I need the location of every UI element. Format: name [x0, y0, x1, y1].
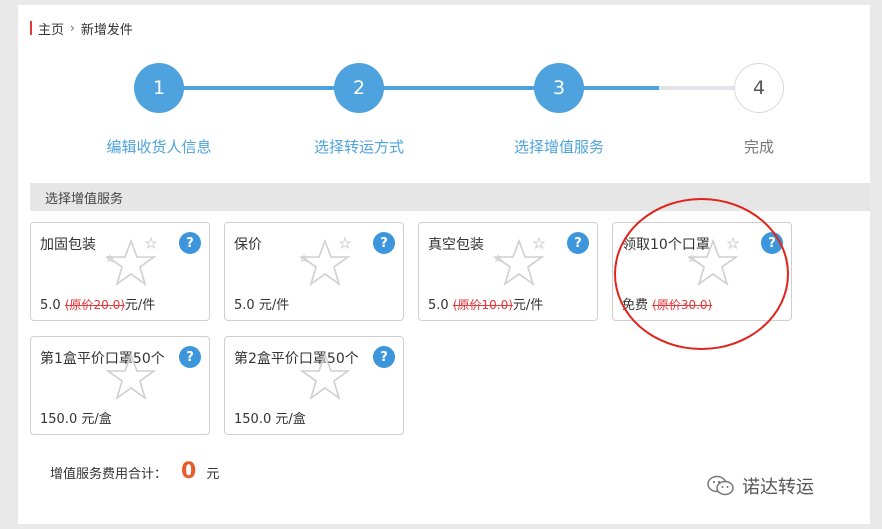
- step-label-1: 编辑收货人信息: [106, 138, 212, 156]
- price-unit: 元/件: [124, 298, 156, 313]
- section-title: 选择增值服务: [45, 191, 124, 207]
- step-circle-4: 4: [734, 63, 784, 113]
- service-title: 真空包装: [428, 237, 484, 253]
- star-icon: [105, 236, 158, 286]
- watermark-text: 诺达转运: [742, 477, 814, 498]
- service-card-vacuum-packing[interactable]: 真空包装 ? 5.0 (原价10.0)元/件: [418, 222, 598, 321]
- price-value: 150.0: [234, 412, 272, 427]
- service-price: 5.0 (原价20.0)元/件: [40, 294, 155, 313]
- price-value: 5.0: [234, 298, 255, 313]
- step-label-3: 选择增值服务: [513, 138, 604, 156]
- service-card-mask-box-2[interactable]: 第2盒平价口罩50个 ? 150.0 元/盒: [224, 336, 404, 435]
- original-price: (原价20.0): [64, 298, 125, 312]
- wechat-icon: [707, 475, 734, 496]
- star-icon: [299, 236, 352, 286]
- star-icon: [299, 352, 351, 400]
- total-value: 0: [181, 459, 197, 484]
- step-line-2-3: [359, 86, 559, 90]
- step-circle-1: 1: [134, 63, 184, 113]
- star-icon: [105, 352, 157, 400]
- service-price: 150.0 元/盒: [40, 408, 112, 427]
- page: 主页 › 新增发件 1 2 3 4 编辑收货人信息 选择转运方式 选择增值服务 …: [18, 5, 870, 524]
- help-icon[interactable]: ?: [179, 346, 201, 368]
- help-icon[interactable]: ?: [373, 346, 395, 368]
- total-fee: 增值服务费用合计： 0 元: [50, 459, 219, 484]
- price-value: 5.0: [40, 298, 61, 313]
- service-price: 5.0 元/件: [234, 294, 289, 313]
- price-unit: 元/盒: [81, 412, 112, 427]
- help-icon[interactable]: ?: [373, 232, 395, 254]
- annotation-circle: [614, 198, 789, 350]
- service-card-mask-box-1[interactable]: 第1盒平价口罩50个 ? 150.0 元/盒: [30, 336, 210, 435]
- help-icon[interactable]: ?: [179, 232, 201, 254]
- price-unit: 元/件: [512, 298, 544, 313]
- step-progress: 1 2 3 4 编辑收货人信息 选择转运方式 选择增值服务 完成: [18, 5, 870, 175]
- step-circle-3: 3: [534, 63, 584, 113]
- total-label: 增值服务费用合计：: [50, 467, 168, 482]
- service-title: 加固包装: [40, 237, 96, 253]
- price-unit: 元/件: [258, 298, 290, 313]
- step-circle-2: 2: [334, 63, 384, 113]
- step-line-1-2: [159, 86, 359, 90]
- total-unit: 元: [206, 467, 220, 482]
- price-value: 150.0: [40, 412, 78, 427]
- step-label-4: 完成: [743, 138, 774, 156]
- help-icon[interactable]: ?: [567, 232, 589, 254]
- service-price: 5.0 (原价10.0)元/件: [428, 294, 543, 313]
- service-title: 保价: [234, 237, 262, 253]
- original-price: (原价10.0): [452, 298, 513, 312]
- step-label-2: 选择转运方式: [313, 138, 404, 156]
- service-card-reinforced-packing[interactable]: 加固包装 ? 5.0 (原价20.0)元/件: [30, 222, 210, 321]
- service-card-insurance[interactable]: 保价 ? 5.0 元/件: [224, 222, 404, 321]
- service-price: 150.0 元/盒: [234, 408, 306, 427]
- star-icon: [493, 236, 546, 286]
- watermark: 诺达转运: [706, 473, 814, 499]
- price-unit: 元/盒: [275, 412, 306, 427]
- price-value: 5.0: [428, 298, 449, 313]
